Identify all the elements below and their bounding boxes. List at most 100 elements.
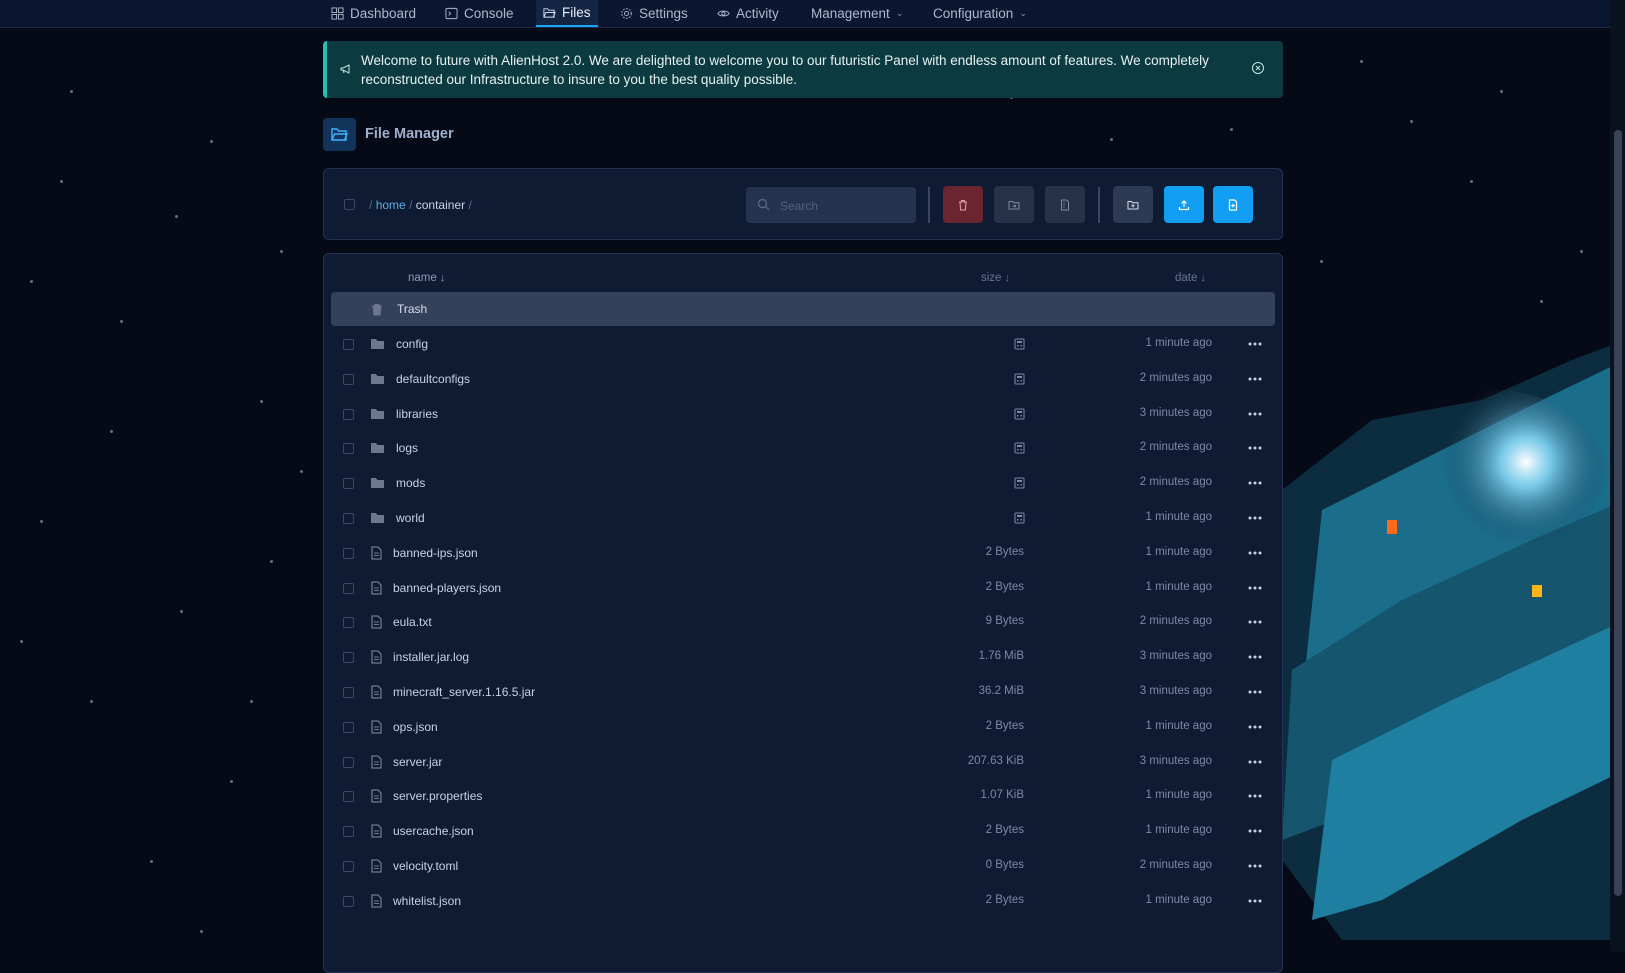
more-options-icon[interactable] [1246, 579, 1264, 597]
file-name[interactable]: whitelist.json [393, 894, 461, 908]
file-name[interactable]: server.jar [393, 755, 442, 769]
gear-icon [621, 8, 632, 19]
file-name[interactable]: config [396, 337, 428, 351]
column-header-date[interactable]: date ↓ [1175, 272, 1206, 284]
table-row[interactable]: banned-players.json 2 Bytes 1 minute ago [324, 571, 1282, 607]
file-name[interactable]: eula.txt [393, 615, 432, 629]
row-checkbox[interactable] [343, 791, 354, 803]
calculator-icon[interactable] [1014, 477, 1025, 489]
row-checkbox[interactable] [343, 547, 354, 559]
file-name[interactable]: libraries [396, 407, 438, 421]
more-options-icon[interactable] [1246, 439, 1264, 457]
table-row[interactable]: minecraft_server.1.16.5.jar 36.2 MiB 3 min… [324, 675, 1282, 711]
more-options-icon[interactable] [1246, 370, 1264, 388]
file-name[interactable]: velocity.toml [393, 859, 458, 873]
table-row[interactable]: banned-ips.json 2 Bytes 1 minute ago [324, 536, 1282, 572]
row-checkbox[interactable] [343, 756, 354, 768]
more-options-icon[interactable] [1246, 509, 1264, 527]
calculator-icon[interactable] [1014, 338, 1025, 350]
calculator-icon[interactable] [1014, 512, 1025, 524]
file-name[interactable]: installer.jar.log [393, 650, 469, 664]
table-row[interactable]: whitelist.json 2 Bytes 1 minute ago [324, 884, 1282, 920]
row-checkbox[interactable] [343, 861, 354, 872]
more-options-icon[interactable] [1246, 613, 1264, 631]
row-checkbox[interactable] [343, 582, 354, 594]
nav-configuration[interactable]: Configuration ⌄ [933, 0, 1027, 27]
more-options-icon[interactable] [1246, 787, 1264, 805]
new-folder-button[interactable] [1113, 186, 1153, 223]
select-all-checkbox[interactable] [344, 199, 355, 210]
table-row[interactable]: config 1 minute ago [324, 327, 1282, 363]
table-row[interactable]: eula.txt 9 Bytes 2 minutes ago [324, 605, 1282, 641]
table-row[interactable]: logs 2 minutes ago [324, 431, 1282, 467]
table-row[interactable]: defaultconfigs 2 minutes ago [324, 362, 1282, 398]
search-input[interactable] [778, 195, 912, 217]
row-checkbox[interactable] [343, 478, 354, 490]
row-checkbox[interactable] [343, 617, 354, 629]
nav-settings[interactable]: Settings [620, 0, 688, 27]
file-name[interactable]: banned-ips.json [393, 546, 478, 560]
trash-row[interactable]: Trash [331, 292, 1275, 326]
more-options-icon[interactable] [1246, 648, 1264, 666]
table-row[interactable]: server.jar 207.63 KiB 3 minutes ago [324, 745, 1282, 781]
row-checkbox[interactable] [343, 826, 354, 838]
new-file-button[interactable] [1213, 186, 1253, 223]
row-checkbox[interactable] [343, 373, 354, 385]
row-checkbox[interactable] [343, 408, 354, 420]
calculator-icon[interactable] [1014, 442, 1025, 454]
nav-management[interactable]: Management ⌄ [811, 0, 903, 27]
more-options-icon[interactable] [1246, 753, 1264, 771]
upload-button[interactable] [1164, 186, 1204, 223]
table-row[interactable]: server.properties 1.07 KiB 1 minute ago [324, 779, 1282, 815]
page-scrollbar[interactable] [1610, 0, 1625, 952]
column-header-size[interactable]: size ↓ [981, 272, 1010, 284]
more-options-icon[interactable] [1246, 405, 1264, 423]
row-checkbox[interactable] [343, 721, 354, 733]
file-name[interactable]: usercache.json [393, 824, 474, 838]
table-row[interactable]: libraries 3 minutes ago [324, 397, 1282, 433]
file-name[interactable]: minecraft_server.1.16.5.jar [393, 685, 535, 699]
more-options-icon[interactable] [1246, 683, 1264, 701]
table-row[interactable]: installer.jar.log 1.76 MiB 3 minutes ago [324, 640, 1282, 676]
row-checkbox[interactable] [343, 652, 354, 664]
row-checkbox[interactable] [343, 513, 354, 524]
calculator-icon[interactable] [1014, 408, 1025, 420]
file-name[interactable]: banned-players.json [393, 581, 501, 595]
row-checkbox[interactable] [343, 895, 354, 907]
row-checkbox[interactable] [343, 339, 354, 350]
nav-activity[interactable]: Activity [717, 0, 779, 27]
row-checkbox[interactable] [343, 687, 354, 698]
file-name[interactable]: logs [396, 441, 418, 455]
row-checkbox[interactable] [343, 443, 354, 455]
more-options-icon[interactable] [1246, 718, 1264, 736]
file-name[interactable]: defaultconfigs [396, 372, 470, 386]
scrollbar-thumb[interactable] [1614, 130, 1622, 896]
table-row[interactable]: velocity.toml 0 Bytes 2 minutes ago [324, 849, 1282, 885]
archive-button[interactable] [1045, 186, 1085, 223]
table-row[interactable]: world 1 minute ago [324, 501, 1282, 537]
more-options-icon[interactable] [1246, 335, 1264, 353]
file-name[interactable]: world [396, 511, 425, 525]
close-icon[interactable] [1251, 61, 1265, 75]
table-row[interactable]: usercache.json 2 Bytes 1 minute ago [324, 814, 1282, 850]
table-row[interactable]: mods 2 minutes ago [324, 466, 1282, 502]
file-name[interactable]: mods [396, 476, 425, 490]
nav-dashboard[interactable]: Dashboard [331, 0, 416, 27]
column-header-name[interactable]: name ↓ [408, 272, 445, 284]
more-options-icon[interactable] [1246, 474, 1264, 492]
more-options-icon[interactable] [1246, 857, 1264, 875]
move-button[interactable] [994, 186, 1034, 223]
nav-files[interactable]: Files [536, 0, 598, 27]
breadcrumb-home[interactable]: home [376, 198, 406, 212]
table-row[interactable]: ops.json 2 Bytes 1 minute ago [324, 710, 1282, 746]
more-options-icon[interactable] [1246, 544, 1264, 562]
file-name[interactable]: server.properties [393, 789, 482, 803]
delete-button[interactable] [943, 186, 983, 223]
more-options-icon[interactable] [1246, 822, 1264, 840]
more-options-icon[interactable] [1246, 892, 1264, 910]
folder-icon [371, 513, 384, 523]
file-name[interactable]: ops.json [393, 720, 438, 734]
calculator-icon[interactable] [1014, 373, 1025, 385]
file-date: 3 minutes ago [1139, 406, 1212, 419]
nav-console[interactable]: Console [445, 0, 514, 27]
